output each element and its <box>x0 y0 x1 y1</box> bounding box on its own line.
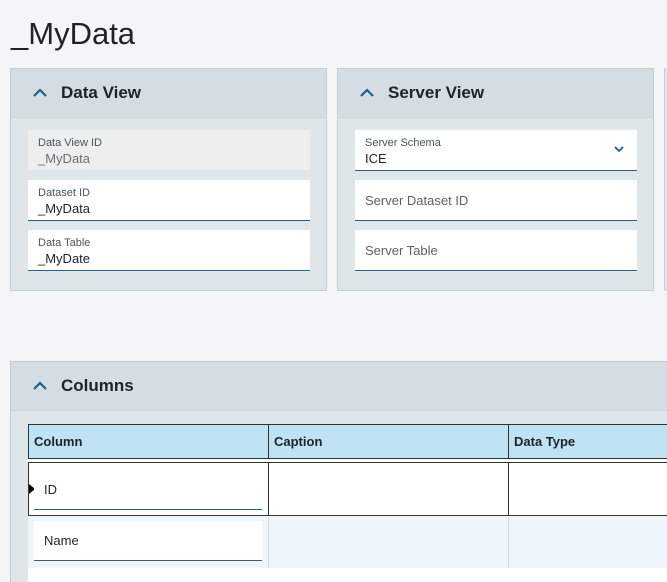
data-view-id-label: Data View ID <box>38 137 102 149</box>
server-schema-select[interactable]: Server Schema ICE <box>355 130 637 171</box>
dataset-id-field[interactable]: Dataset ID _MyData <box>28 180 310 221</box>
data-table-value[interactable]: _MyDate <box>38 251 90 266</box>
page-title: _MyData <box>11 16 136 51</box>
column-name-input[interactable]: Name <box>34 521 262 561</box>
caption-cell[interactable] <box>268 462 509 516</box>
columns-header[interactable]: Columns <box>11 362 667 411</box>
data-table-label: Data Table <box>38 237 91 249</box>
grid-header-data-type[interactable]: Data Type <box>508 424 667 459</box>
chevron-up-icon[interactable] <box>29 82 51 104</box>
data-type-cell[interactable] <box>508 462 667 516</box>
server-dataset-id-field[interactable]: Server Dataset ID <box>355 180 637 221</box>
grid-divider <box>508 516 509 568</box>
server-view-title: Server View <box>388 83 485 102</box>
server-schema-value[interactable]: ICE <box>365 151 387 166</box>
data-table-field[interactable]: Data Table _MyDate <box>28 230 310 271</box>
data-view-title: Data View <box>61 83 142 102</box>
columns-title: Columns <box>61 376 134 395</box>
data-view-id-value: _MyData <box>38 151 91 166</box>
chevron-down-icon[interactable] <box>613 143 625 155</box>
server-table-field[interactable]: Server Table <box>355 230 637 271</box>
server-view-header[interactable]: Server View <box>338 69 653 118</box>
server-schema-label: Server Schema <box>365 137 441 149</box>
data-view-id-field: Data View ID _MyData <box>28 130 310 170</box>
dataset-id-label: Dataset ID <box>38 187 90 199</box>
chevron-up-icon[interactable] <box>29 375 51 397</box>
data-view-panel: Data View Data View ID _MyData Dataset I… <box>10 68 327 291</box>
data-view-header[interactable]: Data View <box>11 69 326 118</box>
grid-header-caption[interactable]: Caption <box>268 424 509 459</box>
server-dataset-id-placeholder[interactable]: Server Dataset ID <box>365 193 468 208</box>
dataset-id-value[interactable]: _MyData <box>38 201 90 216</box>
column-name-input[interactable]: ID <box>34 470 262 510</box>
server-view-panel: Server View Server Schema ICE Server Dat… <box>337 68 654 291</box>
server-table-placeholder[interactable]: Server Table <box>365 243 438 258</box>
grid-divider <box>268 516 269 568</box>
grid-header-column[interactable]: Column <box>28 424 269 459</box>
chevron-up-icon[interactable] <box>356 82 378 104</box>
